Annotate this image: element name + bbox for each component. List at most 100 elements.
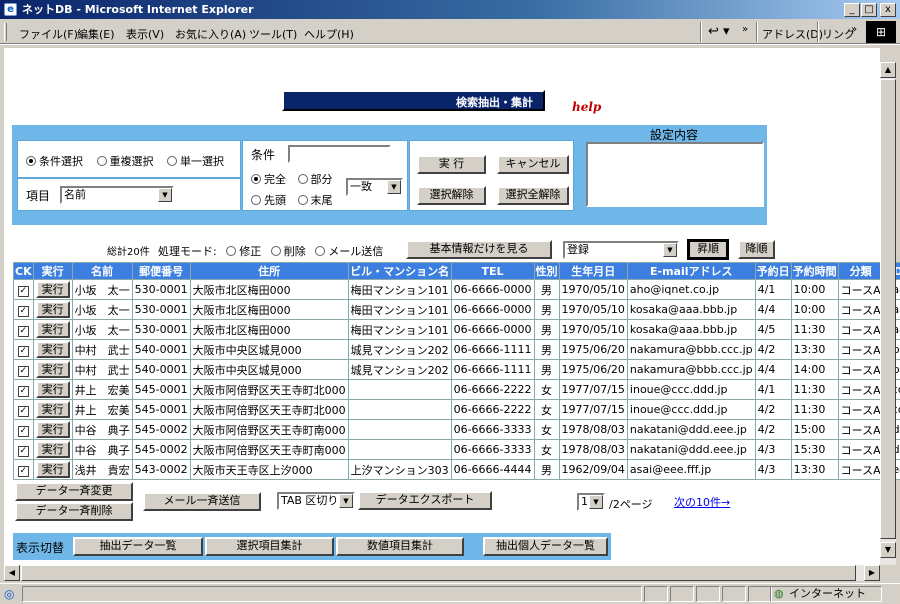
toolbar-separator: [817, 22, 819, 42]
table-cell: 10:00: [790, 279, 839, 300]
export-button[interactable]: データエクスポート: [358, 491, 492, 510]
bulk-delete-button[interactable]: データ一斉削除: [15, 502, 133, 521]
row-run-cell: 実行: [32, 359, 73, 380]
table-cell: 1970/05/10: [558, 319, 628, 340]
bulk-change-button[interactable]: データ一斉変更: [15, 482, 133, 501]
table-cell: コースA: [837, 379, 884, 400]
column-header: 郵便番号: [131, 262, 191, 280]
table-cell: コースA: [837, 359, 884, 380]
table-cell: 540-0001: [131, 339, 191, 360]
mode-radio-duplicate[interactable]: 重複選択: [96, 155, 154, 168]
close-button[interactable]: x: [880, 3, 896, 17]
menu-tools[interactable]: ツール(T): [249, 26, 297, 42]
vertical-scroll-thumb[interactable]: [880, 79, 896, 539]
row-run-button[interactable]: 実行: [35, 381, 70, 398]
address-label[interactable]: アドレス(D): [762, 26, 823, 42]
row-run-button[interactable]: 実行: [35, 421, 70, 438]
row-checkbox[interactable]: ✓: [17, 405, 29, 417]
table-cell: コースA: [837, 279, 884, 300]
basic-info-button[interactable]: 基本情報だけを見る: [406, 240, 552, 259]
menu-edit[interactable]: 編集(E): [77, 26, 115, 42]
vertical-scrollbar[interactable]: ▲ ▼: [880, 62, 896, 565]
mode-radio-mail[interactable]: メール送信: [315, 245, 383, 258]
menu-view[interactable]: 表示(V): [126, 26, 164, 42]
table-cell: 1970/05/10: [558, 299, 628, 320]
row-run-button[interactable]: 実行: [35, 401, 70, 418]
match-radio-exact[interactable]: 完全: [251, 173, 286, 186]
horizontal-scrollbar[interactable]: ◀ ▶: [4, 565, 880, 581]
row-run-cell: 実行: [32, 399, 73, 420]
scroll-right-icon[interactable]: ▶: [864, 565, 880, 581]
page-total: /2ページ: [609, 498, 653, 511]
row-checkbox[interactable]: ✓: [17, 425, 29, 437]
item-select[interactable]: 名前 ▼: [60, 186, 174, 204]
row-run-button[interactable]: 実行: [35, 321, 70, 338]
row-run-button[interactable]: 実行: [35, 461, 70, 478]
menu-favorites[interactable]: お気に入り(A): [175, 26, 246, 42]
table-cell: 男: [533, 279, 560, 300]
maximize-button[interactable]: □: [861, 3, 877, 17]
table-cell: 大阪市阿倍野区天王寺町南000: [189, 439, 349, 460]
mode-radio-single[interactable]: 単一選択: [167, 155, 224, 168]
row-checkbox-cell: ✓: [13, 279, 34, 300]
row-checkbox[interactable]: ✓: [17, 345, 29, 357]
scroll-up-icon[interactable]: ▲: [880, 62, 896, 78]
column-header: 予約日: [754, 262, 792, 280]
page-select[interactable]: 1 ▼: [577, 493, 605, 511]
help-link[interactable]: help: [572, 100, 601, 114]
mode-radio-delete[interactable]: 削除: [270, 245, 306, 258]
row-checkbox[interactable]: ✓: [17, 465, 29, 477]
mode-radio-edit[interactable]: 修正: [226, 245, 261, 258]
row-run-button[interactable]: 実行: [35, 281, 70, 298]
row-run-button[interactable]: 実行: [35, 361, 70, 378]
row-checkbox[interactable]: ✓: [17, 365, 29, 377]
row-run-cell: 実行: [32, 459, 73, 480]
delimiter-select[interactable]: TAB 区切り ▼: [277, 492, 355, 510]
execute-button[interactable]: 実 行: [417, 155, 486, 174]
row-checkbox[interactable]: ✓: [17, 385, 29, 397]
menu-file[interactable]: ファイル(F): [19, 26, 78, 42]
scroll-down-icon[interactable]: ▼: [880, 542, 896, 558]
row-checkbox[interactable]: ✓: [17, 445, 29, 457]
row-checkbox[interactable]: ✓: [17, 305, 29, 317]
row-run-button[interactable]: 実行: [35, 301, 70, 318]
mode-radio-condition[interactable]: 条件選択: [26, 155, 83, 168]
match-select[interactable]: 一致 ▼: [346, 178, 403, 196]
row-checkbox[interactable]: ✓: [17, 285, 29, 297]
settings-content[interactable]: [586, 142, 764, 207]
tab-personal-data-list[interactable]: 抽出個人データ一覧: [483, 537, 608, 556]
match-radio-partial[interactable]: 部分: [297, 173, 333, 186]
tab-extracted-list[interactable]: 抽出データ一覧: [73, 537, 203, 556]
table-cell: nakamura@bbb.ccc.jp: [626, 339, 756, 360]
tab-selected-summary[interactable]: 選択項目集計: [205, 537, 334, 556]
table-cell: 4/5: [754, 319, 792, 340]
scroll-left-icon[interactable]: ◀: [4, 565, 20, 581]
descending-button[interactable]: 降順: [738, 240, 775, 259]
row-checkbox[interactable]: ✓: [17, 325, 29, 337]
table-header-row: CK 実行 名前 郵便番号 住所 ビル・マンション名 TEL 性別 生年月日 E-mailアドレス…: [13, 262, 900, 280]
tab-numeric-summary[interactable]: 数値項目集計: [336, 537, 464, 556]
minimize-button[interactable]: _: [844, 3, 860, 17]
menu-help[interactable]: ヘルプ(H): [304, 26, 354, 42]
table-cell: 10:00: [790, 299, 839, 320]
ascending-button[interactable]: 昇順: [687, 239, 729, 260]
table-cell: 梅田マンション101: [347, 319, 452, 340]
cancel-button[interactable]: キャンセル: [497, 155, 569, 174]
table-cell: 1977/07/15: [558, 379, 628, 400]
match-radio-prefix[interactable]: 先頭: [251, 194, 286, 207]
next-page-link[interactable]: 次の10件→: [674, 494, 730, 510]
sort-field-select[interactable]: 登録 ▼: [563, 241, 679, 259]
condition-input[interactable]: [288, 145, 391, 163]
chevron-right-icon[interactable]: »: [851, 24, 857, 35]
clear-all-button[interactable]: 選択全解除: [497, 186, 569, 205]
table-cell: 小坂 太一: [71, 319, 133, 340]
clear-selection-button[interactable]: 選択解除: [417, 186, 486, 205]
row-run-button[interactable]: 実行: [35, 441, 70, 458]
row-run-button[interactable]: 実行: [35, 341, 70, 358]
horizontal-scroll-thumb[interactable]: [21, 565, 856, 581]
table-cell: コースA: [837, 439, 884, 460]
match-radio-suffix[interactable]: 末尾: [297, 194, 333, 207]
bulk-mail-button[interactable]: メール一斉送信: [143, 492, 261, 511]
back-arrow-icon[interactable]: ↩ ▾: [708, 24, 730, 39]
chevron-right-icon[interactable]: »: [742, 24, 748, 35]
